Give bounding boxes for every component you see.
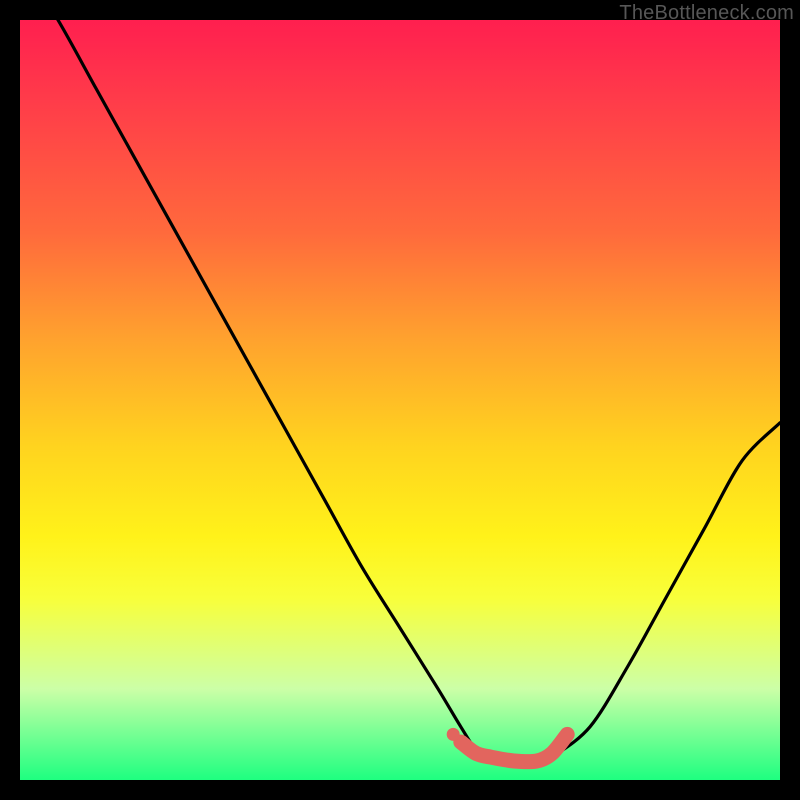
watermark-text: TheBottleneck.com xyxy=(619,2,794,25)
accent-dot xyxy=(447,728,460,741)
bottleneck-curve-line xyxy=(20,20,780,766)
accent-segment-line xyxy=(461,734,567,761)
chart-frame: TheBottleneck.com xyxy=(0,0,800,800)
chart-svg-layer xyxy=(20,20,780,780)
